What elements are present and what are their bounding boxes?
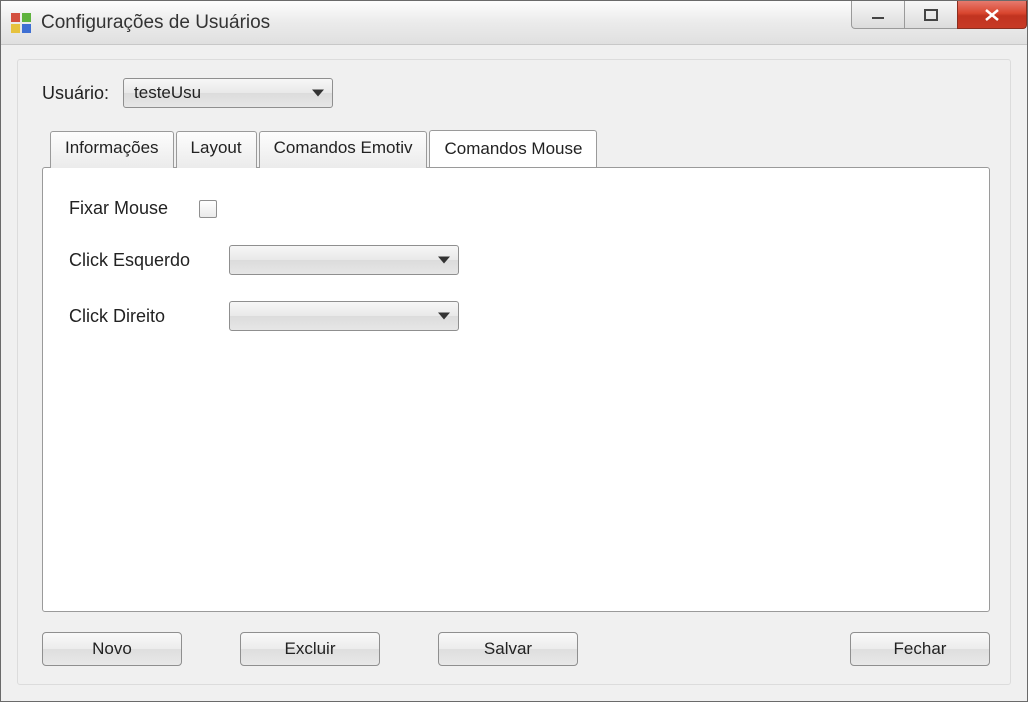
fixar-mouse-label: Fixar Mouse — [69, 198, 199, 219]
tab-layout[interactable]: Layout — [176, 131, 257, 168]
user-combobox-value: testeUsu — [134, 83, 201, 103]
novo-button[interactable]: Novo — [42, 632, 182, 666]
fixar-mouse-checkbox[interactable] — [199, 200, 217, 218]
click-direito-row: Click Direito — [69, 301, 963, 331]
click-esquerdo-label: Click Esquerdo — [69, 250, 229, 271]
spacer — [636, 632, 792, 666]
user-row: Usuário: testeUsu — [42, 78, 990, 108]
app-icon — [11, 13, 31, 33]
chevron-down-icon — [438, 257, 450, 264]
fixar-mouse-row: Fixar Mouse — [69, 198, 963, 219]
content-frame: Usuário: testeUsu Informações Layout Com… — [17, 59, 1011, 685]
main-window: Configurações de Usuários Usuário: teste… — [0, 0, 1028, 702]
tab-headers: Informações Layout Comandos Emotiv Coman… — [50, 130, 990, 167]
minimize-button[interactable] — [851, 1, 905, 29]
close-icon — [983, 8, 1001, 22]
salvar-button[interactable]: Salvar — [438, 632, 578, 666]
maximize-button[interactable] — [904, 1, 958, 29]
minimize-icon — [870, 9, 886, 21]
user-combobox[interactable]: testeUsu — [123, 78, 333, 108]
user-label: Usuário: — [42, 83, 109, 104]
window-title: Configurações de Usuários — [41, 12, 270, 34]
tab-comandos-emotiv[interactable]: Comandos Emotiv — [259, 131, 428, 168]
click-direito-label: Click Direito — [69, 306, 229, 327]
click-esquerdo-combobox[interactable] — [229, 245, 459, 275]
window-controls — [852, 1, 1027, 31]
close-button[interactable] — [957, 1, 1027, 29]
click-direito-combobox[interactable] — [229, 301, 459, 331]
excluir-button[interactable]: Excluir — [240, 632, 380, 666]
tab-control: Informações Layout Comandos Emotiv Coman… — [42, 130, 990, 612]
tab-comandos-mouse[interactable]: Comandos Mouse — [429, 130, 597, 167]
tab-panel-mouse: Fixar Mouse Click Esquerdo Click Direito — [42, 167, 990, 612]
titlebar[interactable]: Configurações de Usuários — [1, 1, 1027, 45]
fechar-button[interactable]: Fechar — [850, 632, 990, 666]
click-esquerdo-row: Click Esquerdo — [69, 245, 963, 275]
action-buttons: Novo Excluir Salvar Fechar — [42, 632, 990, 666]
client-area: Usuário: testeUsu Informações Layout Com… — [1, 45, 1027, 701]
maximize-icon — [923, 9, 939, 21]
tab-informacoes[interactable]: Informações — [50, 131, 174, 168]
chevron-down-icon — [312, 90, 324, 97]
chevron-down-icon — [438, 313, 450, 320]
